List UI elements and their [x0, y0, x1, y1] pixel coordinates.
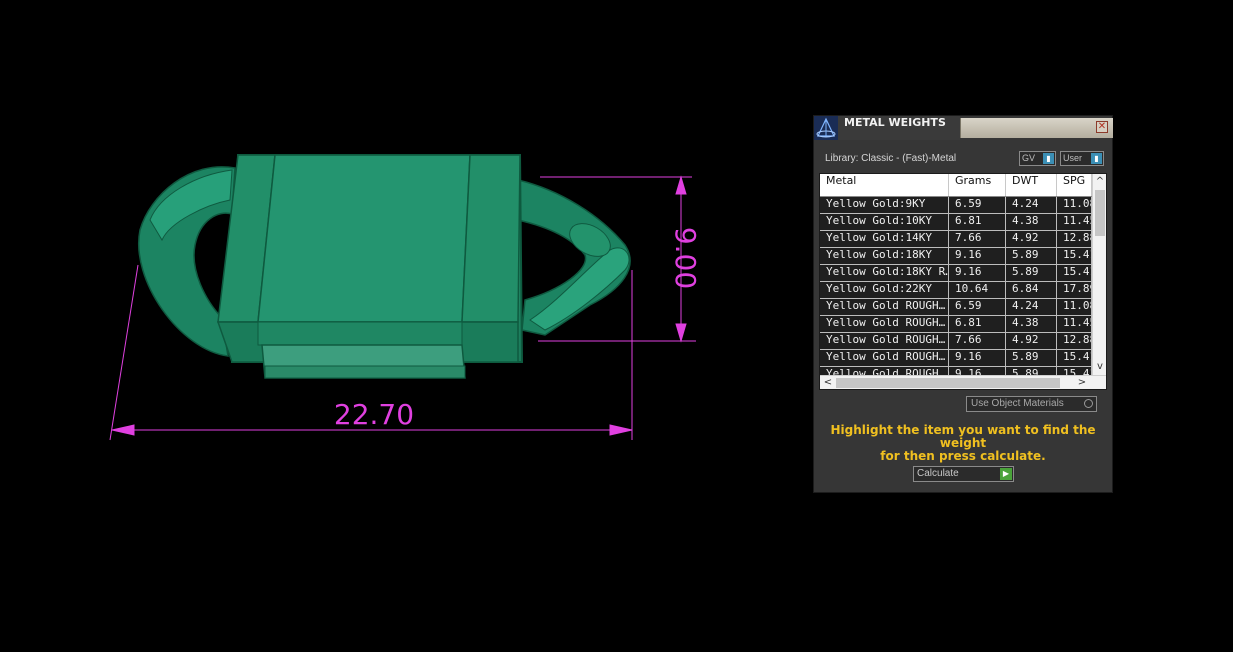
- cell-spg: 15.41: [1057, 248, 1092, 264]
- vertical-scroll-thumb[interactable]: [1095, 190, 1105, 236]
- cell-grams: 6.81: [949, 316, 1006, 332]
- close-button[interactable]: ✕: [1096, 121, 1108, 133]
- instruction-text: Highlight the item you want to find the …: [822, 424, 1104, 463]
- cell-metal: Yellow Gold ROUGH…: [820, 316, 949, 332]
- column-header-spg[interactable]: SPG: [1057, 174, 1092, 196]
- table-row[interactable]: Yellow Gold:18KY9.165.8915.41: [820, 248, 1092, 265]
- scroll-left-icon[interactable]: <: [822, 377, 834, 389]
- cell-metal: Yellow Gold ROUGH…: [820, 350, 949, 366]
- scroll-down-icon[interactable]: v: [1094, 361, 1106, 373]
- instruction-line-2: for then press calculate.: [880, 449, 1046, 463]
- cell-dwt: 5.89: [1006, 350, 1057, 366]
- cell-metal: Yellow Gold:18KY: [820, 248, 949, 264]
- vertical-scrollbar[interactable]: ^ v: [1092, 174, 1106, 375]
- column-header-grams[interactable]: Grams: [949, 174, 1006, 196]
- column-header-metal[interactable]: Metal: [820, 174, 949, 196]
- table-row[interactable]: Yellow Gold ROUGH…7.664.9212.88: [820, 333, 1092, 350]
- cell-spg: 17.89: [1057, 282, 1092, 298]
- cell-dwt: 4.38: [1006, 316, 1057, 332]
- table-row[interactable]: Yellow Gold:22KY10.646.8417.89: [820, 282, 1092, 299]
- library-label: Library: Classic - (Fast)-Metal: [825, 153, 957, 164]
- table-row[interactable]: Yellow Gold ROUGH…6.814.3811.45: [820, 316, 1092, 333]
- cell-grams: 6.81: [949, 214, 1006, 230]
- table-header: Metal Grams DWT SPG: [820, 174, 1092, 197]
- metal-weights-panel: METAL WEIGHTS ✕ Library: Classic - (Fast…: [813, 115, 1113, 493]
- cell-spg: 15.41: [1057, 265, 1092, 281]
- table-body: Yellow Gold:9KY6.594.2411.08Yellow Gold:…: [820, 197, 1092, 384]
- cell-grams: 6.59: [949, 197, 1006, 213]
- cell-spg: 11.08: [1057, 197, 1092, 213]
- cell-metal: Yellow Gold:9KY: [820, 197, 949, 213]
- cell-metal: Yellow Gold ROUGH…: [820, 299, 949, 315]
- cell-dwt: 4.24: [1006, 299, 1057, 315]
- cell-grams: 7.66: [949, 231, 1006, 247]
- table-row[interactable]: Yellow Gold:9KY6.594.2411.08: [820, 197, 1092, 214]
- table-row[interactable]: Yellow Gold:18KY R…9.165.8915.41: [820, 265, 1092, 282]
- cell-grams: 9.16: [949, 350, 1006, 366]
- cell-spg: 11.45: [1057, 214, 1092, 230]
- play-arrow-icon: ▶: [1000, 468, 1012, 480]
- width-dimension-label: 22.70: [334, 398, 414, 431]
- use-object-materials-label: Use Object Materials: [971, 398, 1064, 409]
- horizontal-scrollbar[interactable]: < >: [820, 375, 1106, 389]
- panel-title: METAL WEIGHTS: [838, 116, 960, 140]
- calculate-button[interactable]: Calculate ▶: [913, 466, 1014, 482]
- scroll-up-icon[interactable]: ^: [1094, 176, 1106, 188]
- horizontal-scroll-thumb[interactable]: [836, 378, 1060, 388]
- cell-grams: 9.16: [949, 265, 1006, 281]
- unit-select-value: GV: [1022, 153, 1036, 163]
- cell-metal: Yellow Gold:14KY: [820, 231, 949, 247]
- cell-grams: 7.66: [949, 333, 1006, 349]
- unit-select[interactable]: GV ▮: [1019, 151, 1056, 166]
- table-row[interactable]: Yellow Gold ROUGH…9.165.8915.41: [820, 350, 1092, 367]
- cell-grams: 6.59: [949, 299, 1006, 315]
- dropdown-arrow-icon: ▮: [1091, 153, 1102, 164]
- cell-metal: Yellow Gold:10KY: [820, 214, 949, 230]
- cell-dwt: 5.89: [1006, 265, 1057, 281]
- panel-titlebar[interactable]: METAL WEIGHTS ✕: [814, 116, 1113, 140]
- height-dimension-label: 9.00: [669, 227, 702, 289]
- cell-spg: 15.41: [1057, 350, 1092, 366]
- calculate-label: Calculate: [917, 468, 959, 479]
- cell-spg: 11.45: [1057, 316, 1092, 332]
- cell-dwt: 6.84: [1006, 282, 1057, 298]
- table-row[interactable]: Yellow Gold ROUGH…6.594.2411.08: [820, 299, 1092, 316]
- use-object-materials-toggle[interactable]: Use Object Materials: [966, 396, 1097, 412]
- column-header-dwt[interactable]: DWT: [1006, 174, 1057, 196]
- cell-dwt: 4.38: [1006, 214, 1057, 230]
- radio-icon[interactable]: [1084, 399, 1093, 408]
- cell-spg: 11.08: [1057, 299, 1092, 315]
- cell-metal: Yellow Gold ROUGH…: [820, 333, 949, 349]
- cell-dwt: 4.92: [1006, 333, 1057, 349]
- table-row[interactable]: Yellow Gold:14KY7.664.9212.88: [820, 231, 1092, 248]
- titlebar-drag-area[interactable]: [960, 118, 1113, 138]
- cell-metal: Yellow Gold:18KY R…: [820, 265, 949, 281]
- cell-spg: 12.88: [1057, 231, 1092, 247]
- cell-dwt: 4.92: [1006, 231, 1057, 247]
- cell-grams: 10.64: [949, 282, 1006, 298]
- cell-metal: Yellow Gold:22KY: [820, 282, 949, 298]
- cell-spg: 12.88: [1057, 333, 1092, 349]
- scroll-right-icon[interactable]: >: [1076, 377, 1088, 389]
- clasp-model[interactable]: [138, 154, 631, 379]
- user-select-value: User: [1063, 153, 1083, 163]
- metal-table[interactable]: Metal Grams DWT SPG Yellow Gold:9KY 6.59 4…: [819, 173, 1107, 390]
- user-select[interactable]: User ▮: [1060, 151, 1104, 166]
- cell-grams: 9.16: [949, 248, 1006, 264]
- app-logo-icon: [814, 116, 838, 140]
- dropdown-arrow-icon: ▮: [1043, 153, 1054, 164]
- cell-dwt: 5.89: [1006, 248, 1057, 264]
- cell-dwt: 4.24: [1006, 197, 1057, 213]
- instruction-line-1: Highlight the item you want to find the …: [830, 423, 1096, 450]
- table-row[interactable]: Yellow Gold:10KY6.814.3811.45: [820, 214, 1092, 231]
